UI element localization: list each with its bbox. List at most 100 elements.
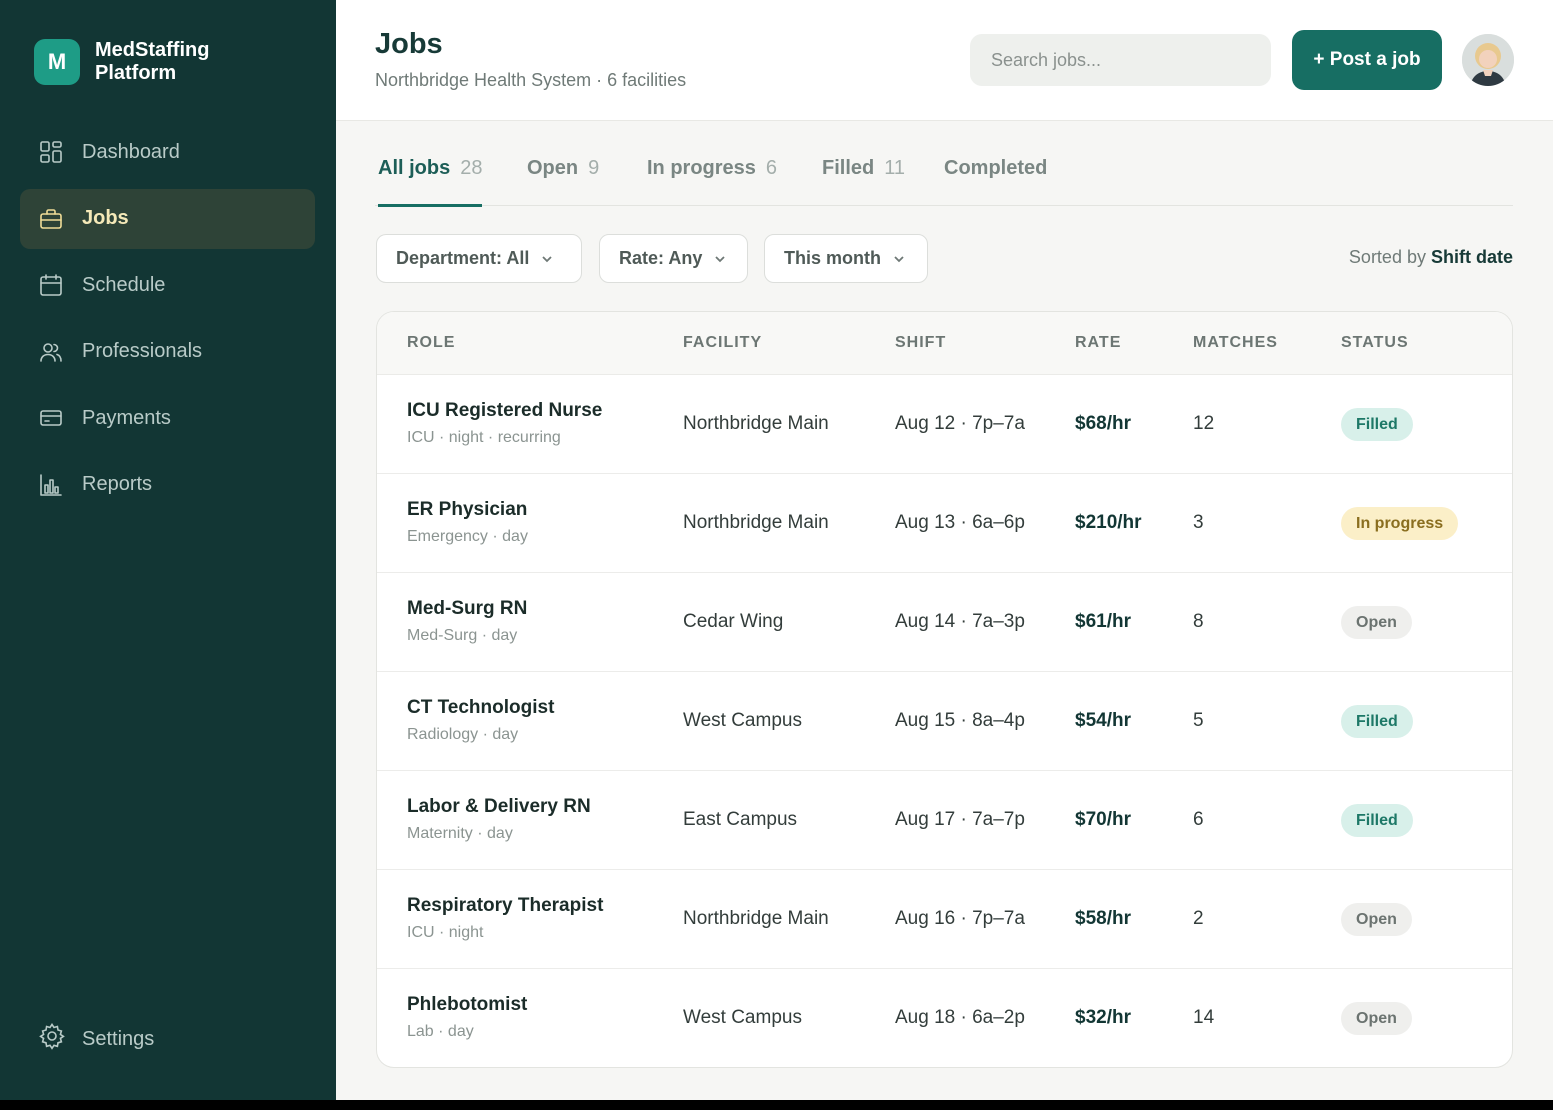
brand[interactable]: M MedStaffing Platform bbox=[34, 39, 255, 85]
tab-all-jobs[interactable]: All jobs 28 bbox=[378, 150, 483, 207]
filter-label: Rate: Any bbox=[619, 248, 703, 268]
table-row[interactable]: Respiratory Therapist ICU · night Northb… bbox=[377, 870, 1512, 969]
role-meta: Maternity · day bbox=[407, 825, 513, 842]
table-body: ICU Registered Nurse ICU · night · recur… bbox=[377, 375, 1512, 1067]
column-header-rate[interactable]: RATE bbox=[1075, 334, 1121, 352]
role-title: Med-Surg RN bbox=[407, 598, 528, 619]
rate-cell: $58/hr bbox=[1075, 908, 1131, 929]
table-row[interactable]: Med-Surg RN Med-Surg · day Cedar Wing Au… bbox=[377, 573, 1512, 672]
brand-logo: M bbox=[34, 39, 80, 85]
role-meta: Lab · day bbox=[407, 1023, 474, 1040]
sidebar-item-label: Payments bbox=[82, 406, 171, 429]
status-badge: Open bbox=[1341, 903, 1412, 936]
date-filter[interactable]: This month bbox=[764, 234, 928, 283]
role-title: ER Physician bbox=[407, 499, 528, 520]
filter-label: Department: All bbox=[396, 248, 530, 268]
sidebar-item-payments[interactable]: Payments bbox=[20, 388, 315, 448]
tab-label: All jobs bbox=[378, 157, 451, 179]
tab-open[interactable]: Open 9 bbox=[527, 150, 599, 206]
rate-cell: $70/hr bbox=[1075, 809, 1131, 830]
status-badge: In progress bbox=[1341, 507, 1459, 540]
status-badge: Filled bbox=[1341, 705, 1413, 738]
avatar[interactable] bbox=[1462, 34, 1514, 86]
tab-count: 9 bbox=[588, 157, 600, 179]
rate-filter[interactable]: Rate: Any bbox=[599, 234, 748, 283]
facility-cell: West Campus bbox=[683, 710, 802, 731]
status-badge: Open bbox=[1341, 1002, 1412, 1035]
tab-completed[interactable]: Completed bbox=[944, 150, 1047, 206]
sidebar-item-settings[interactable]: Settings bbox=[38, 1022, 154, 1056]
matches-cell: 2 bbox=[1193, 908, 1204, 929]
sidebar-item-label: Professionals bbox=[82, 340, 203, 362]
shift-cell: Aug 17 · 7a–7p bbox=[895, 809, 1025, 830]
facility-cell: Northbridge Main bbox=[683, 512, 829, 533]
sidebar-item-jobs[interactable]: Jobs bbox=[20, 188, 315, 249]
chevron-down-icon bbox=[894, 255, 904, 262]
status-badge: Open bbox=[1341, 606, 1412, 639]
column-header-matches[interactable]: MATCHES bbox=[1193, 334, 1278, 352]
sidebar-item-professionals[interactable]: Professionals bbox=[20, 322, 315, 382]
settings-label: Settings bbox=[82, 1027, 155, 1050]
role-title: Labor & Delivery RN bbox=[407, 796, 591, 817]
role-title: Phlebotomist bbox=[407, 994, 528, 1015]
sidebar-item-schedule[interactable]: Schedule bbox=[20, 255, 315, 315]
sidebar-item-reports[interactable]: Reports bbox=[20, 455, 315, 515]
sidebar-item-label: Reports bbox=[82, 473, 153, 495]
sidebar-item-dashboard[interactable]: Dashboard bbox=[20, 122, 315, 182]
table-header: ROLE FACILITY SHIFT RATE MATCHES STATUS bbox=[377, 312, 1512, 375]
tab-count: 11 bbox=[884, 157, 905, 179]
main-content: Jobs Northbridge Health System · 6 facil… bbox=[336, 0, 1553, 1100]
tab-filled[interactable]: Filled 11 bbox=[822, 150, 905, 206]
search-input[interactable] bbox=[970, 34, 1271, 86]
role-meta: Med-Surg · day bbox=[407, 627, 518, 644]
tab-in-progress[interactable]: In progress 6 bbox=[647, 150, 777, 206]
matches-cell: 5 bbox=[1193, 710, 1204, 731]
tab-label: Filled bbox=[822, 157, 875, 179]
table-row[interactable]: Phlebotomist Lab · day West Campus Aug 1… bbox=[377, 969, 1512, 1067]
facility-cell: Northbridge Main bbox=[683, 908, 829, 929]
role-meta: ICU · night · recurring bbox=[407, 429, 561, 446]
tab-count: 6 bbox=[765, 157, 778, 179]
sidebar-item-label: Dashboard bbox=[82, 140, 180, 163]
card-icon bbox=[38, 405, 64, 431]
department-filter[interactable]: Department: All bbox=[376, 234, 582, 283]
sidebar-item-label: Jobs bbox=[82, 207, 129, 229]
shift-cell: Aug 12 · 7p–7a bbox=[895, 413, 1025, 434]
app-window: M MedStaffing Platform Dashboard Jobs Sc… bbox=[0, 0, 1553, 1100]
bar-chart-icon bbox=[38, 472, 64, 498]
calendar-icon bbox=[38, 272, 64, 298]
sidebar-nav: Dashboard Jobs Schedule Professionals Pa… bbox=[20, 122, 315, 521]
sort-prefix: Sorted by bbox=[1348, 247, 1426, 267]
rate-cell: $210/hr bbox=[1075, 512, 1142, 533]
table-row[interactable]: Labor & Delivery RN Maternity · day East… bbox=[377, 771, 1512, 870]
rate-cell: $54/hr bbox=[1075, 710, 1131, 731]
facility-cell: West Campus bbox=[683, 1007, 802, 1028]
tab-label: In progress bbox=[647, 157, 756, 179]
filter-label: This month bbox=[784, 248, 881, 268]
table-row[interactable]: CT Technologist Radiology · day West Cam… bbox=[377, 672, 1512, 771]
shift-cell: Aug 15 · 8a–4p bbox=[895, 710, 1025, 731]
chevron-down-icon bbox=[715, 255, 725, 262]
table-row[interactable]: ICU Registered Nurse ICU · night · recur… bbox=[377, 375, 1512, 474]
shift-cell: Aug 18 · 6a–2p bbox=[895, 1007, 1025, 1028]
grid-icon bbox=[38, 139, 64, 165]
table-row[interactable]: ER Physician Emergency · day Northbridge… bbox=[377, 474, 1512, 573]
matches-cell: 8 bbox=[1193, 611, 1204, 632]
users-icon bbox=[38, 339, 64, 365]
chevron-down-icon bbox=[542, 255, 552, 262]
facility-cell: Cedar Wing bbox=[683, 611, 784, 632]
page-subtitle: Northbridge Health System · 6 facilities bbox=[375, 70, 687, 90]
column-header-role[interactable]: ROLE bbox=[407, 334, 455, 352]
sidebar-item-label: Schedule bbox=[82, 273, 166, 296]
column-header-facility[interactable]: FACILITY bbox=[683, 334, 762, 352]
role-meta: ICU · night bbox=[407, 924, 484, 941]
sort-value: Shift date bbox=[1430, 247, 1513, 267]
job-tabs: All jobs 28 Open 9 In progress 6 Filled 11 C… bbox=[375, 150, 1513, 207]
shift-cell: Aug 16 · 7p–7a bbox=[895, 908, 1025, 929]
post-job-button[interactable]: + Post a job bbox=[1292, 30, 1442, 90]
column-header-shift[interactable]: SHIFT bbox=[895, 334, 946, 352]
sort-indicator[interactable]: Sorted by Shift date bbox=[1349, 247, 1513, 268]
gear-icon bbox=[38, 1022, 82, 1056]
column-header-status[interactable]: STATUS bbox=[1341, 334, 1409, 352]
status-badge: Filled bbox=[1341, 408, 1413, 441]
